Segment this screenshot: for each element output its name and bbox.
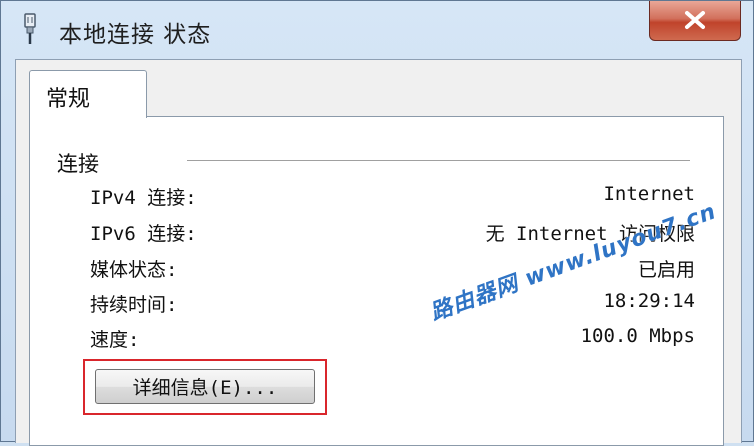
speed-value: 100.0 Mbps [580, 325, 695, 347]
duration-label: 持续时间: [90, 294, 178, 316]
tab-general[interactable]: 常规 [29, 70, 147, 118]
network-cable-icon [24, 13, 36, 44]
media-state-label: 媒体状态: [90, 259, 178, 281]
ipv4-value: Internet [603, 183, 695, 205]
dialog-window: 本地连接 状态 常规 连接 IPv4 连接: Internet IPv6 连接:… [0, 0, 754, 446]
title-bar[interactable]: 本地连接 状态 [1, 1, 753, 57]
group-divider [187, 160, 690, 162]
speed-label: 速度: [90, 329, 140, 351]
tab-panel-general: 连接 IPv4 连接: Internet IPv6 连接: 无 Internet… [29, 116, 724, 446]
tab-label: 常规 [46, 87, 91, 112]
ipv6-label: IPv6 连接: [90, 223, 197, 245]
close-button[interactable] [649, 1, 741, 41]
window-title: 本地连接 状态 [59, 22, 212, 48]
media-state-value: 已启用 [637, 259, 695, 281]
details-button[interactable]: 详细信息(E)... [95, 369, 315, 404]
connection-group-label: 连接 [57, 152, 99, 176]
close-icon [685, 11, 705, 29]
ipv4-label: IPv4 连接: [90, 187, 197, 209]
duration-value: 18:29:14 [603, 290, 695, 312]
